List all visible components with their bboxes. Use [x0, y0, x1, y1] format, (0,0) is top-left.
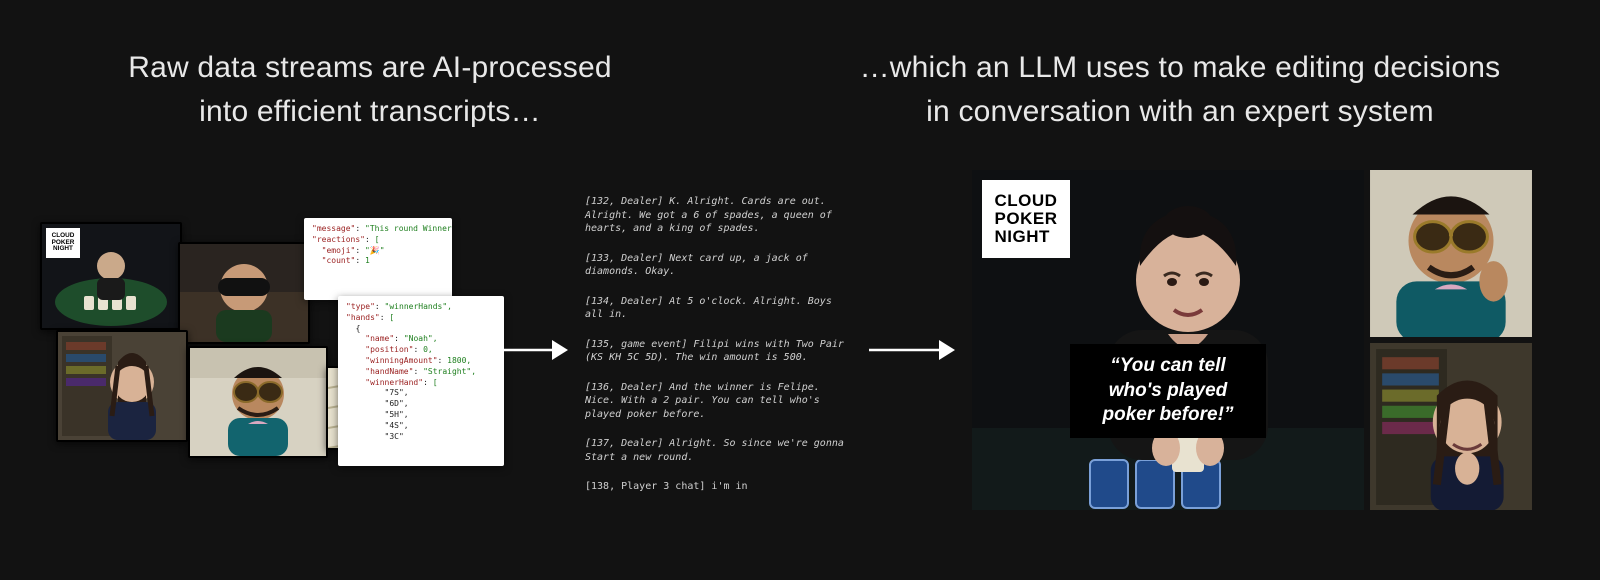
arrow-right-2 — [867, 332, 957, 368]
logo-big: CLOUDPOKERNIGHT — [982, 180, 1070, 258]
edited-video-composite: CLOUDPOKERNIGHT “You can tell who's play… — [972, 170, 1532, 510]
thumb-player-bookshelf — [56, 330, 188, 442]
thumb-player-sunglasses-1 — [178, 242, 310, 344]
json-card-winnerhands: "type": "winnerHands","hands": [ { "name… — [338, 296, 504, 466]
transcript-line: [138, Player 3 chat] i'm in — [585, 480, 853, 494]
transcript-column: [132, Dealer] K. Alright. Cards are out.… — [585, 195, 853, 510]
transcript-line: [132, Dealer] K. Alright. Cards are out.… — [585, 195, 853, 236]
video-side-top — [1370, 170, 1532, 337]
thumb-player-aviators — [188, 346, 328, 458]
transcript-line: [137, Dealer] Alright. So since we're go… — [585, 437, 853, 464]
arrow-right-1 — [480, 332, 570, 368]
heading-left: Raw data streams are AI-processedinto ef… — [60, 46, 680, 133]
avatar-icon — [180, 244, 308, 342]
avatar-icon — [1370, 343, 1532, 510]
transcript-line: [134, Dealer] At 5 o'clock. Alright. Boy… — [585, 295, 853, 322]
transcript-line: [133, Dealer] Next card up, a jack of di… — [585, 252, 853, 279]
avatar-icon — [58, 332, 186, 440]
video-caption: “You can tell who's played poker before!… — [1070, 344, 1266, 438]
transcript-line: [135, game event] Filipi wins with Two P… — [585, 338, 853, 365]
video-side-bottom — [1370, 343, 1532, 510]
heading-right: …which an LLM uses to make editing decis… — [800, 46, 1560, 133]
video-main-dealer: CLOUDPOKERNIGHT “You can tell who's play… — [972, 170, 1364, 510]
thumb-dealer-table: CLOUDPOKERNIGHT — [40, 222, 182, 330]
logo-chip: CLOUDPOKERNIGHT — [46, 228, 80, 258]
json-card-message: "message": "This round Winner""reactions… — [304, 218, 452, 300]
avatar-icon — [1370, 170, 1532, 337]
raw-data-collage: CLOUDPOKERNIGHT "message": "This round W… — [40, 218, 460, 478]
avatar-icon — [190, 348, 326, 456]
transcript-line: [136, Dealer] And the winner is Felipe. … — [585, 381, 853, 422]
